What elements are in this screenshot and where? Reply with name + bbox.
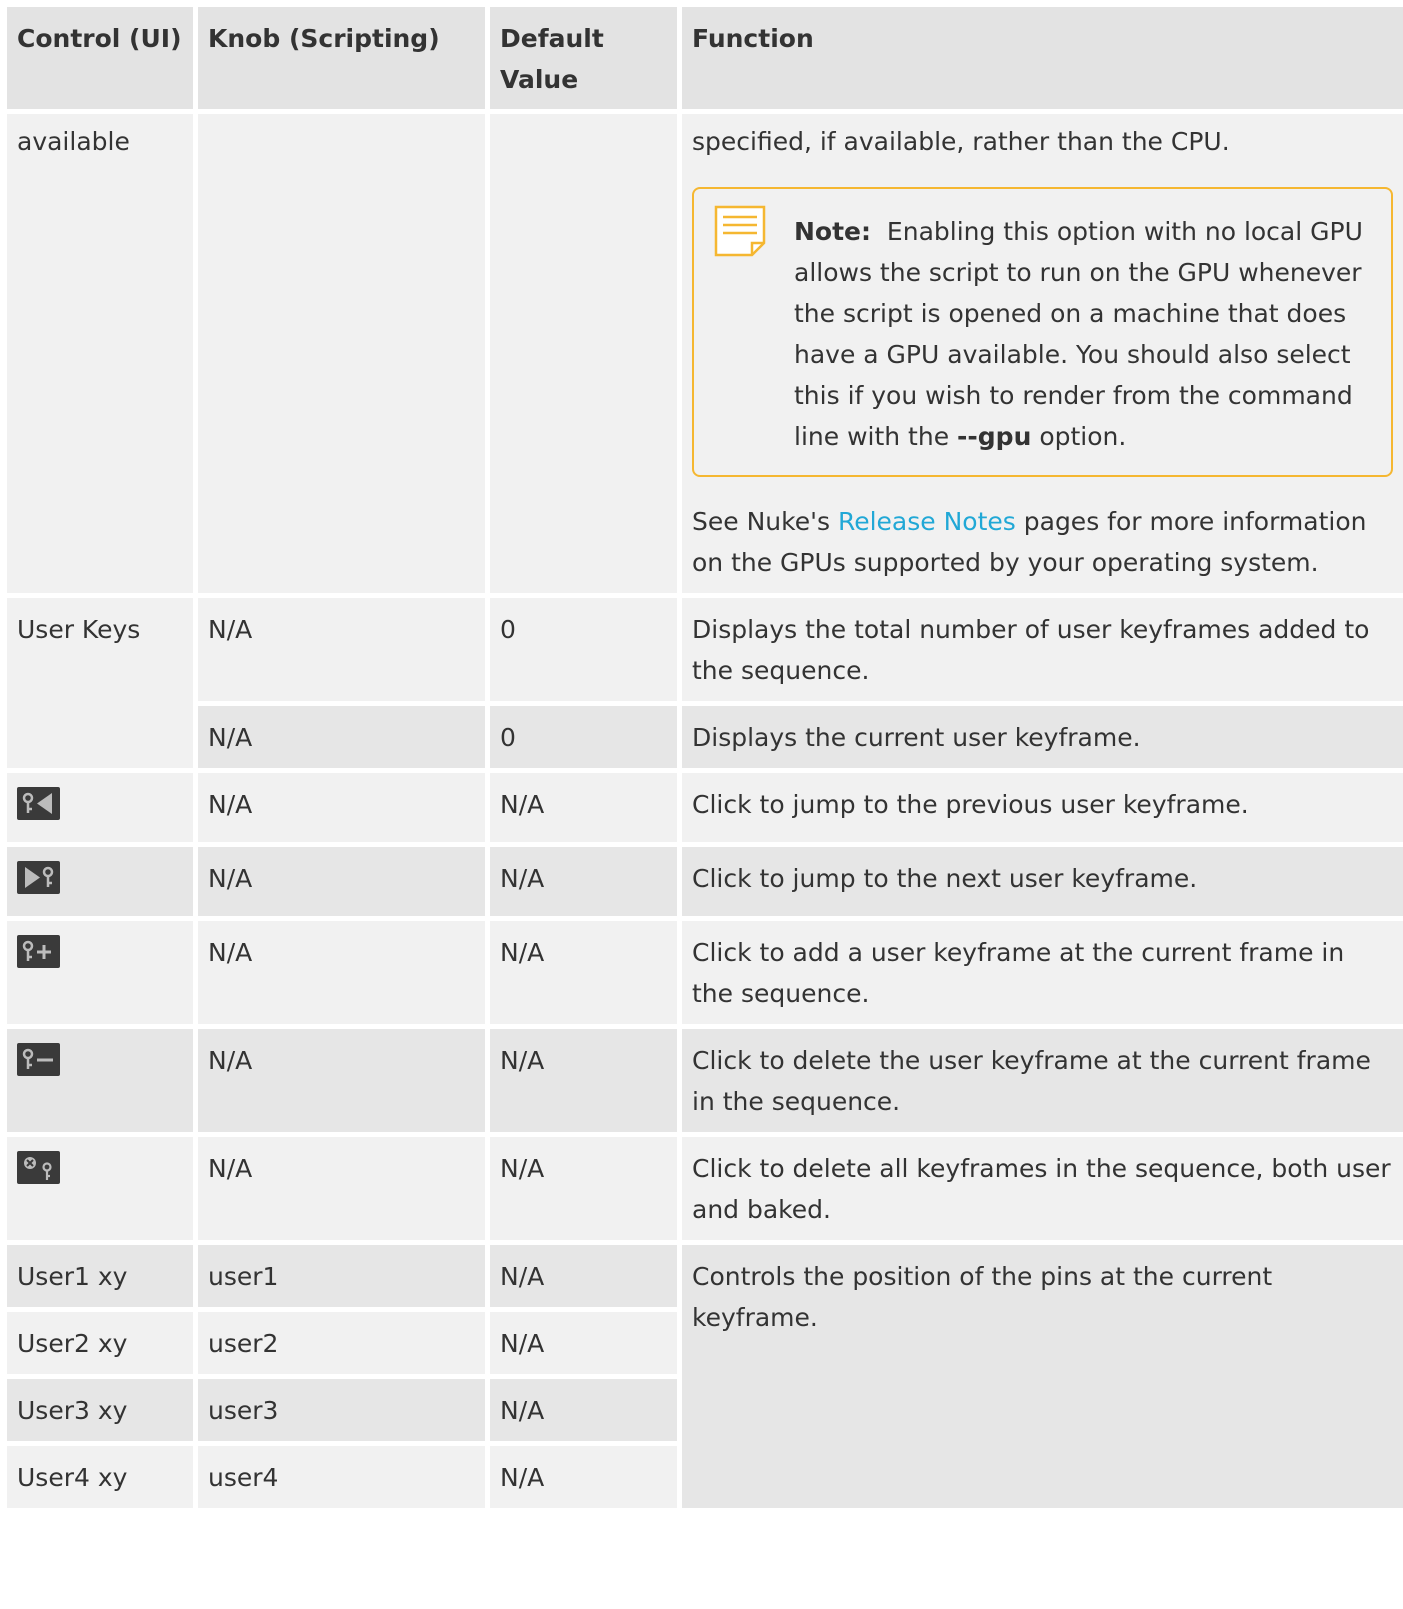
table-row-user1: User1 xy user1 N/A Controls the position… — [7, 1245, 1403, 1513]
cell-default: N/A — [490, 1312, 677, 1379]
cell-knob: N/A — [198, 773, 485, 847]
previous-keyframe-icon[interactable] — [17, 787, 60, 820]
cell-function: Click to delete all keyframes in the seq… — [682, 1137, 1403, 1245]
cell-function: Click to add a user keyframe at the curr… — [682, 921, 1403, 1029]
release-notes-link[interactable]: Release Notes — [838, 507, 1016, 536]
cell-control — [7, 1137, 193, 1245]
table-row-user-keys: User Keys N/A 0 Displays the total numbe… — [7, 598, 1403, 773]
table-row-previous-keyframe: N/A N/A Click to jump to the previous us… — [7, 773, 1403, 847]
note-tail: option. — [1039, 422, 1127, 451]
header-default: Default Value — [490, 7, 677, 114]
cell-default — [490, 114, 677, 598]
table-row-delete-all-keyframes: N/A N/A Click to delete all keyframes in… — [7, 1137, 1403, 1245]
table-row-delete-keyframe: N/A N/A Click to delete the user keyfram… — [7, 1029, 1403, 1137]
cell-control: available — [7, 114, 193, 598]
cell-control: User1 xy — [7, 1245, 193, 1312]
note-box: Note: Enabling this option with no local… — [692, 187, 1393, 477]
header-control: Control (UI) — [7, 7, 193, 114]
cell-default: 0 — [490, 706, 677, 773]
note-label: Note: — [794, 217, 872, 246]
add-keyframe-icon[interactable] — [17, 935, 60, 968]
cell-default: N/A — [490, 773, 677, 847]
cell-control — [7, 773, 193, 847]
note-text: Enabling this option with no local GPU a… — [794, 217, 1363, 451]
cell-knob: N/A — [198, 921, 485, 1029]
header-knob: Knob (Scripting) — [198, 7, 485, 114]
table-row-gpu: available specified, if available, rathe… — [7, 114, 1403, 598]
cell-control — [7, 1029, 193, 1137]
function-text: specified, if available, rather than the… — [692, 127, 1230, 156]
cell-default: N/A — [490, 1137, 677, 1245]
cell-function: Displays the current user keyframe. — [682, 706, 1403, 773]
cell-control — [7, 921, 193, 1029]
cell-function: Click to jump to the previous user keyfr… — [682, 773, 1403, 847]
cell-knob: user1 — [198, 1245, 485, 1312]
cell-function: Click to delete the user keyframe at the… — [682, 1029, 1403, 1137]
cell-knob: N/A — [198, 1029, 485, 1137]
next-keyframe-icon[interactable] — [17, 861, 60, 894]
cell-knob: N/A — [198, 1137, 485, 1245]
table-row-next-keyframe: N/A N/A Click to jump to the next user k… — [7, 847, 1403, 921]
reference-table: Control (UI) Knob (Scripting) Default Va… — [2, 7, 1403, 1513]
cell-default: N/A — [490, 1029, 677, 1137]
cell-function: Click to jump to the next user keyframe. — [682, 847, 1403, 921]
note-flag: --gpu — [957, 422, 1032, 451]
cell-knob: user4 — [198, 1446, 485, 1513]
cell-default: N/A — [490, 847, 677, 921]
cell-function: Controls the position of the pins at the… — [682, 1245, 1403, 1513]
cell-default: N/A — [490, 1446, 677, 1513]
delete-keyframe-icon[interactable] — [17, 1043, 60, 1076]
cell-function: Displays the total number of user keyfra… — [682, 598, 1403, 706]
cell-knob: N/A — [198, 598, 485, 706]
release-notes-paragraph: See Nuke's Release Notes pages for more … — [692, 501, 1393, 583]
cell-control: User4 xy — [7, 1446, 193, 1513]
header-function: Function — [682, 7, 1403, 114]
cell-knob — [198, 114, 485, 598]
cell-control: User2 xy — [7, 1312, 193, 1379]
see-prefix: See Nuke's — [692, 507, 830, 536]
cell-function: specified, if available, rather than the… — [682, 114, 1403, 598]
note-icon — [714, 205, 766, 257]
cell-default: 0 — [490, 598, 677, 706]
cell-default: N/A — [490, 1245, 677, 1312]
table-row-add-keyframe: N/A N/A Click to add a user keyframe at … — [7, 921, 1403, 1029]
cell-control: User Keys — [7, 598, 193, 773]
delete-all-keyframes-icon[interactable] — [17, 1151, 60, 1184]
cell-control — [7, 847, 193, 921]
cell-knob: user2 — [198, 1312, 485, 1379]
cell-knob: user3 — [198, 1379, 485, 1446]
cell-control: User3 xy — [7, 1379, 193, 1446]
cell-knob: N/A — [198, 847, 485, 921]
cell-knob: N/A — [198, 706, 485, 773]
table-row-current-key: N/A 0 Displays the current user keyframe… — [7, 706, 1403, 773]
header-row: Control (UI) Knob (Scripting) Default Va… — [7, 7, 1403, 114]
cell-default: N/A — [490, 1379, 677, 1446]
cell-default: N/A — [490, 921, 677, 1029]
